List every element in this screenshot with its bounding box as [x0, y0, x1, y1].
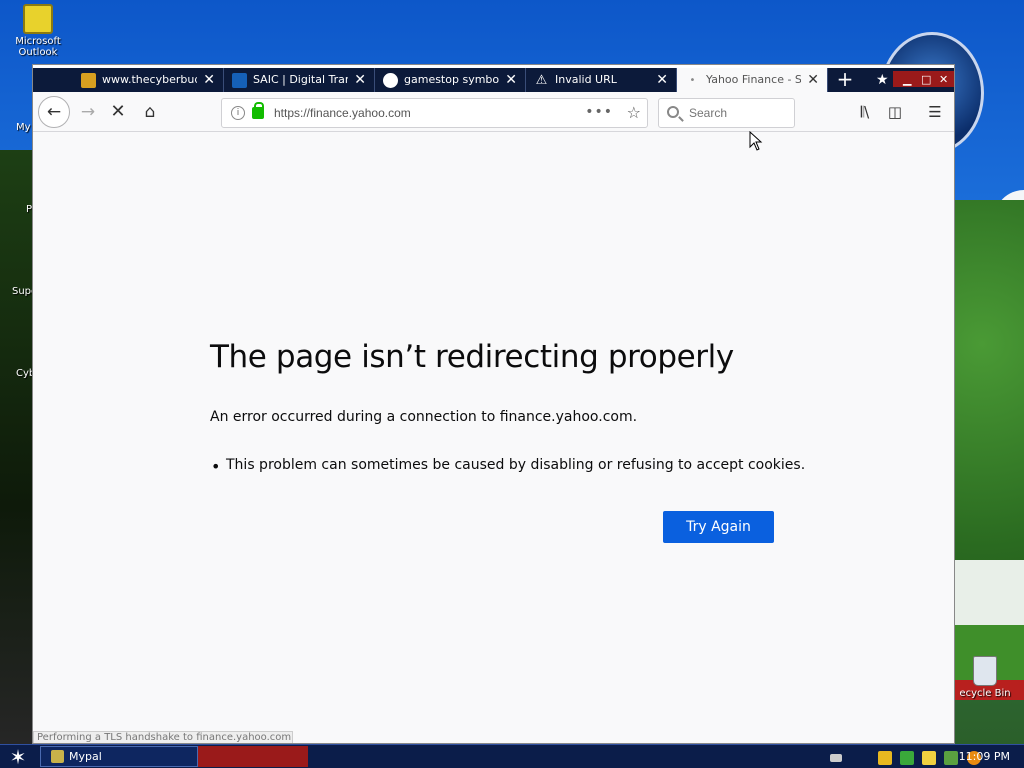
- url-bar[interactable]: i https://finance.yahoo.com ••• ☆: [221, 98, 648, 128]
- error-suggestions: This problem can sometimes be caused by …: [211, 457, 805, 476]
- tab-title: gamestop symbol -: [404, 73, 499, 86]
- star-start-icon: ✶: [9, 745, 27, 768]
- minimize-button[interactable]: ▁: [903, 68, 911, 92]
- warning-icon: ⚠: [535, 73, 548, 88]
- star-icon: ★: [876, 72, 889, 88]
- close-tab-icon[interactable]: ✕: [203, 68, 215, 92]
- mypal-icon: [51, 750, 64, 763]
- tab-title: www.thecyberbud: [102, 73, 197, 86]
- forward-button[interactable]: →: [73, 97, 103, 127]
- tab-title: Invalid URL: [555, 73, 617, 86]
- desktop-icon-label: Microsoft: [15, 36, 61, 47]
- taskbar-item-mypal[interactable]: Mypal: [40, 746, 198, 767]
- home-button[interactable]: ⌂: [135, 97, 165, 127]
- library-button[interactable]: 𝄃\: [851, 97, 879, 127]
- sidebar-icon: ◫: [887, 103, 903, 121]
- desktop-icon-outlook[interactable]: Microsoft Outlook: [3, 4, 73, 58]
- google-favicon-icon: [383, 73, 398, 88]
- tab-invalid-url[interactable]: ⚠ Invalid URL ✕: [526, 68, 677, 92]
- error-description: An error occurred during a connection to…: [210, 409, 638, 425]
- close-tab-icon[interactable]: ✕: [656, 68, 668, 92]
- wallpaper-house: [954, 560, 1024, 630]
- search-bar[interactable]: [658, 98, 795, 128]
- error-page: The page isn’t redirecting properly An e…: [33, 133, 954, 743]
- back-arrow-icon: ←: [46, 102, 62, 122]
- desktop-icon-recycle-bin[interactable]: ecycle Bin: [950, 656, 1020, 699]
- tray-network-icon[interactable]: [900, 750, 915, 765]
- outlook-icon: [23, 4, 53, 34]
- back-button[interactable]: ←: [38, 96, 70, 128]
- tab-thecyberbud[interactable]: www.thecyberbud ✕: [73, 68, 224, 92]
- taskbar-item-label: Mypal: [69, 750, 102, 763]
- search-icon: [667, 106, 679, 118]
- tab-title: Yahoo Finance - St: [706, 73, 801, 86]
- tray-app-icon[interactable]: [878, 750, 893, 765]
- loading-icon: •: [689, 75, 696, 86]
- close-tab-icon[interactable]: ✕: [807, 68, 819, 92]
- desktop-icon-label[interactable]: My: [16, 122, 31, 133]
- site-info-icon[interactable]: i: [231, 106, 245, 120]
- tray-security-icon[interactable]: [944, 750, 959, 765]
- close-tab-icon[interactable]: ✕: [505, 68, 517, 92]
- cyberbud-favicon-icon: [81, 73, 96, 88]
- home-icon: ⌂: [144, 102, 156, 122]
- taskbar-clock[interactable]: 11:09 PM: [959, 745, 1010, 768]
- page-actions-button[interactable]: •••: [585, 99, 613, 125]
- taskbar-accent: [198, 746, 308, 767]
- hamburger-menu-icon: ☰: [928, 103, 942, 121]
- tab-saic[interactable]: SAIC | Digital Trans ✕: [224, 68, 375, 92]
- browser-window: www.thecyberbud ✕ SAIC | Digital Trans ✕…: [32, 64, 955, 744]
- taskbar: ✶ Mypal 11:09 PM: [0, 744, 1024, 768]
- navigation-toolbar: ← → ✕ ⌂ i https://finance.yahoo.com ••• …: [33, 92, 954, 132]
- desktop-icon-label: ecycle Bin: [959, 688, 1011, 699]
- maximize-button[interactable]: □: [921, 68, 931, 92]
- search-input[interactable]: [689, 104, 789, 122]
- tab-gamestop-search[interactable]: gamestop symbol - ✕: [375, 68, 526, 92]
- close-window-button[interactable]: ✕: [939, 68, 948, 92]
- tab-title: SAIC | Digital Trans: [253, 73, 348, 86]
- start-button[interactable]: ✶: [6, 746, 30, 768]
- try-again-button[interactable]: Try Again: [663, 511, 774, 543]
- new-tab-button[interactable]: +: [833, 68, 857, 92]
- stop-button[interactable]: ✕: [103, 97, 133, 127]
- stop-icon: ✕: [110, 101, 126, 122]
- forward-arrow-icon: →: [80, 102, 96, 122]
- keyboard-icon[interactable]: [830, 753, 842, 762]
- bookmark-star-icon[interactable]: ☆: [627, 99, 641, 127]
- list-item: This problem can sometimes be caused by …: [211, 457, 805, 476]
- shield-icon[interactable]: [922, 750, 937, 765]
- library-icon: 𝄃\: [860, 103, 870, 121]
- lock-icon: [252, 102, 264, 119]
- tab-yahoo-finance[interactable]: • Yahoo Finance - St ✕: [677, 68, 828, 92]
- error-title: The page isn’t redirecting properly: [210, 339, 734, 375]
- sidebar-button[interactable]: ◫: [881, 97, 909, 127]
- recycle-bin-icon: [973, 656, 997, 686]
- desktop-icon-label: Outlook: [18, 47, 58, 58]
- tab-bar: www.thecyberbud ✕ SAIC | Digital Trans ✕…: [33, 65, 954, 92]
- tray-spacer: [850, 751, 870, 765]
- menu-button[interactable]: ☰: [921, 97, 949, 127]
- status-bar: Performing a TLS handshake to finance.ya…: [33, 731, 293, 743]
- close-tab-icon[interactable]: ✕: [354, 68, 366, 92]
- saic-favicon-icon: [232, 73, 247, 88]
- url-text[interactable]: https://finance.yahoo.com: [274, 99, 411, 127]
